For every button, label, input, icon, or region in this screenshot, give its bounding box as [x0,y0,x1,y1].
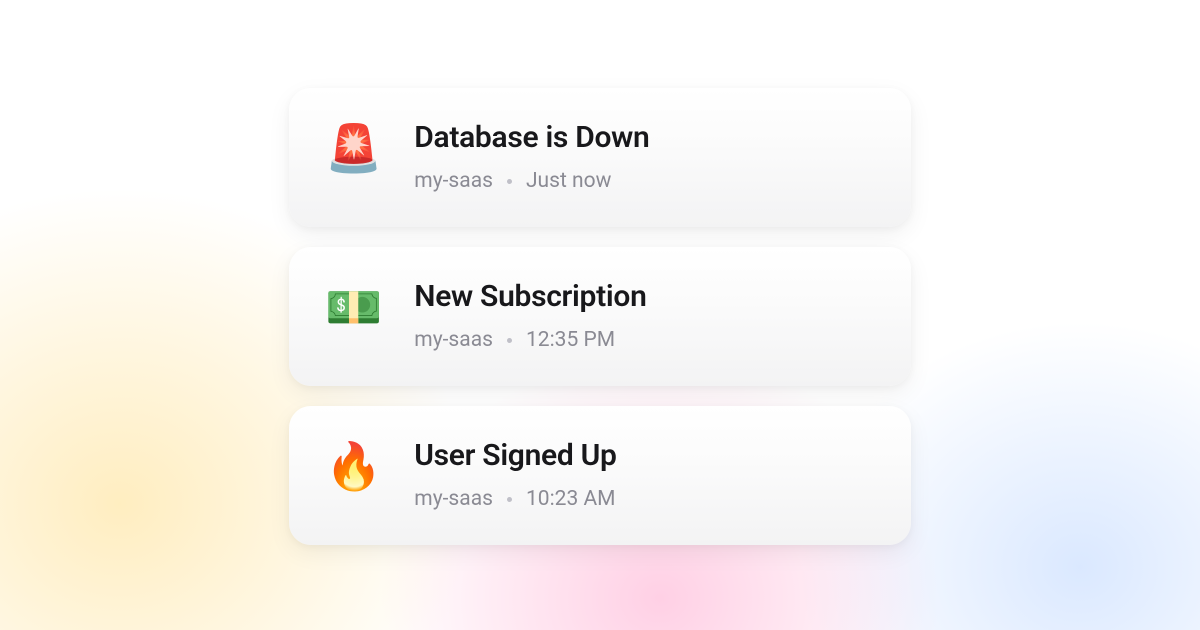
meta-separator [507,179,512,184]
fire-icon: 🔥 [325,444,382,490]
notification-project: my-saas [414,169,493,193]
meta-separator [507,497,512,502]
notification-content: New Subscription my-saas 12:35 PM [414,279,646,352]
notification-content: User Signed Up my-saas 10:23 AM [414,438,616,511]
notification-time: 12:35 PM [526,328,615,352]
notification-list: 🚨 Database is Down my-saas Just now 💵 Ne… [289,88,911,545]
notification-meta: my-saas Just now [414,169,649,193]
notification-time: Just now [526,169,611,193]
notification-meta: my-saas 10:23 AM [414,487,616,511]
notification-meta: my-saas 12:35 PM [414,328,646,352]
siren-icon: 🚨 [325,126,382,172]
notification-card[interactable]: 🚨 Database is Down my-saas Just now [289,88,911,227]
notification-time: 10:23 AM [526,487,616,511]
money-icon: 💵 [325,285,382,331]
notification-title: User Signed Up [414,438,616,473]
notification-card[interactable]: 💵 New Subscription my-saas 12:35 PM [289,247,911,386]
notification-card[interactable]: 🔥 User Signed Up my-saas 10:23 AM [289,406,911,545]
notification-content: Database is Down my-saas Just now [414,120,649,193]
meta-separator [507,338,512,343]
notification-title: New Subscription [414,279,646,314]
notification-project: my-saas [414,487,493,511]
notification-project: my-saas [414,328,493,352]
notification-title: Database is Down [414,120,649,155]
